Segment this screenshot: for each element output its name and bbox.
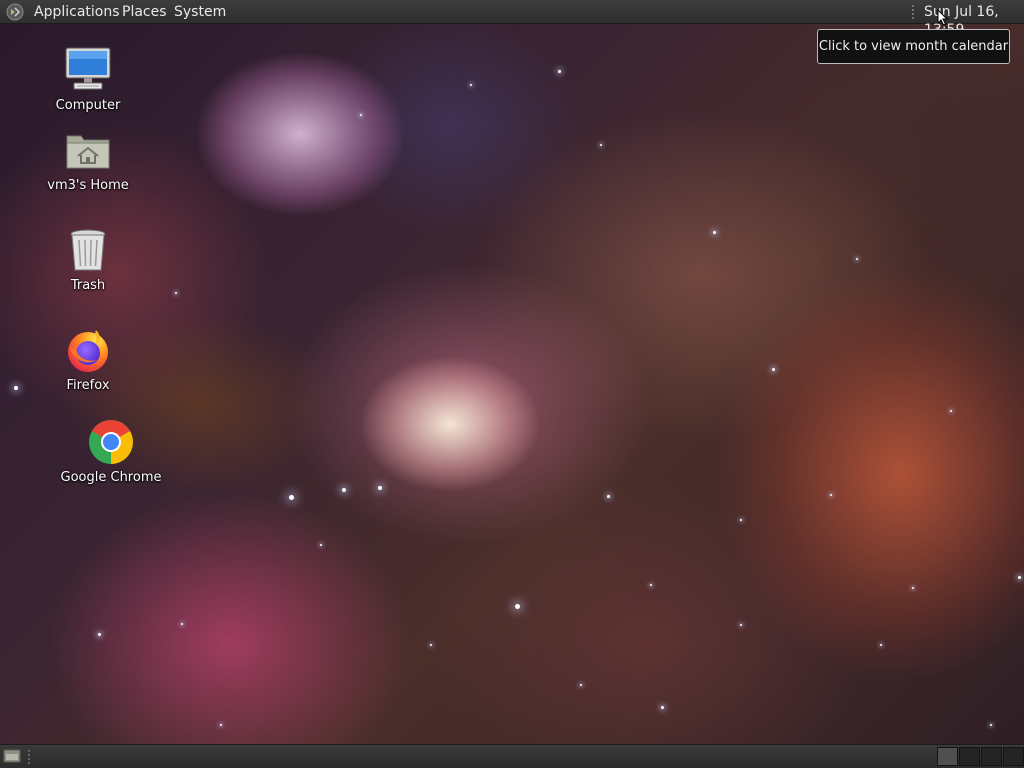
star [470,84,472,86]
star [515,604,520,609]
star [320,544,322,546]
star [830,494,832,496]
panel-drag-handle[interactable] [911,4,915,20]
clock-tooltip: Click to view month calendar [817,29,1010,64]
show-desktop-icon[interactable] [3,748,21,764]
star [220,724,222,726]
workspace-3[interactable] [981,747,1002,766]
star [950,410,952,412]
applications-menu[interactable]: Applications [34,3,120,21]
star [181,623,183,625]
star [378,486,382,490]
bottom-panel [0,744,1024,768]
star [360,114,362,116]
home-folder-icon [64,126,112,174]
system-menu[interactable]: System [174,3,226,21]
desktop-icon-label: Trash [70,278,106,293]
desktop-icon-firefox[interactable]: Firefox [28,326,148,393]
star [772,368,775,371]
desktop-icon-trash[interactable]: Trash [28,226,148,293]
top-panel: Applications Places System Sun Jul 16, 1… [0,0,1024,38]
star [650,584,652,586]
panel-drag-handle[interactable] [27,749,31,764]
star [880,644,882,646]
star [430,644,432,646]
star [990,724,992,726]
trash-icon [64,226,112,274]
star [740,624,742,626]
desktop-icon-label: Computer [55,98,121,113]
desktop-icon-label: Firefox [66,378,110,393]
desktop-icon-chrome[interactable]: Google Chrome [51,418,171,485]
workspace-1[interactable] [937,747,958,766]
star [856,258,858,260]
star [713,231,716,234]
workspace-2[interactable] [959,747,980,766]
desktop-icon-home[interactable]: vm3's Home [28,126,148,193]
star [342,488,346,492]
workspace-4[interactable] [1003,747,1024,766]
star [740,519,742,521]
desktop-icon-label: vm3's Home [47,178,129,193]
firefox-icon [64,326,112,374]
star [661,706,664,709]
computer-icon [64,46,112,94]
star [558,70,561,73]
chrome-icon [87,418,135,466]
mouse-cursor-icon [937,9,948,26]
star [580,684,582,686]
star [607,495,610,498]
star [600,144,602,146]
desktop-wallpaper[interactable] [0,24,1024,744]
desktop-icon-computer[interactable]: Computer [28,46,148,113]
star [289,495,294,500]
desktop-icon-label: Google Chrome [60,470,162,485]
star [14,386,18,390]
star [1018,576,1021,579]
star [912,587,914,589]
places-menu[interactable]: Places [122,3,167,21]
star [98,633,101,636]
star [175,292,177,294]
mate-logo-icon[interactable] [6,3,24,21]
